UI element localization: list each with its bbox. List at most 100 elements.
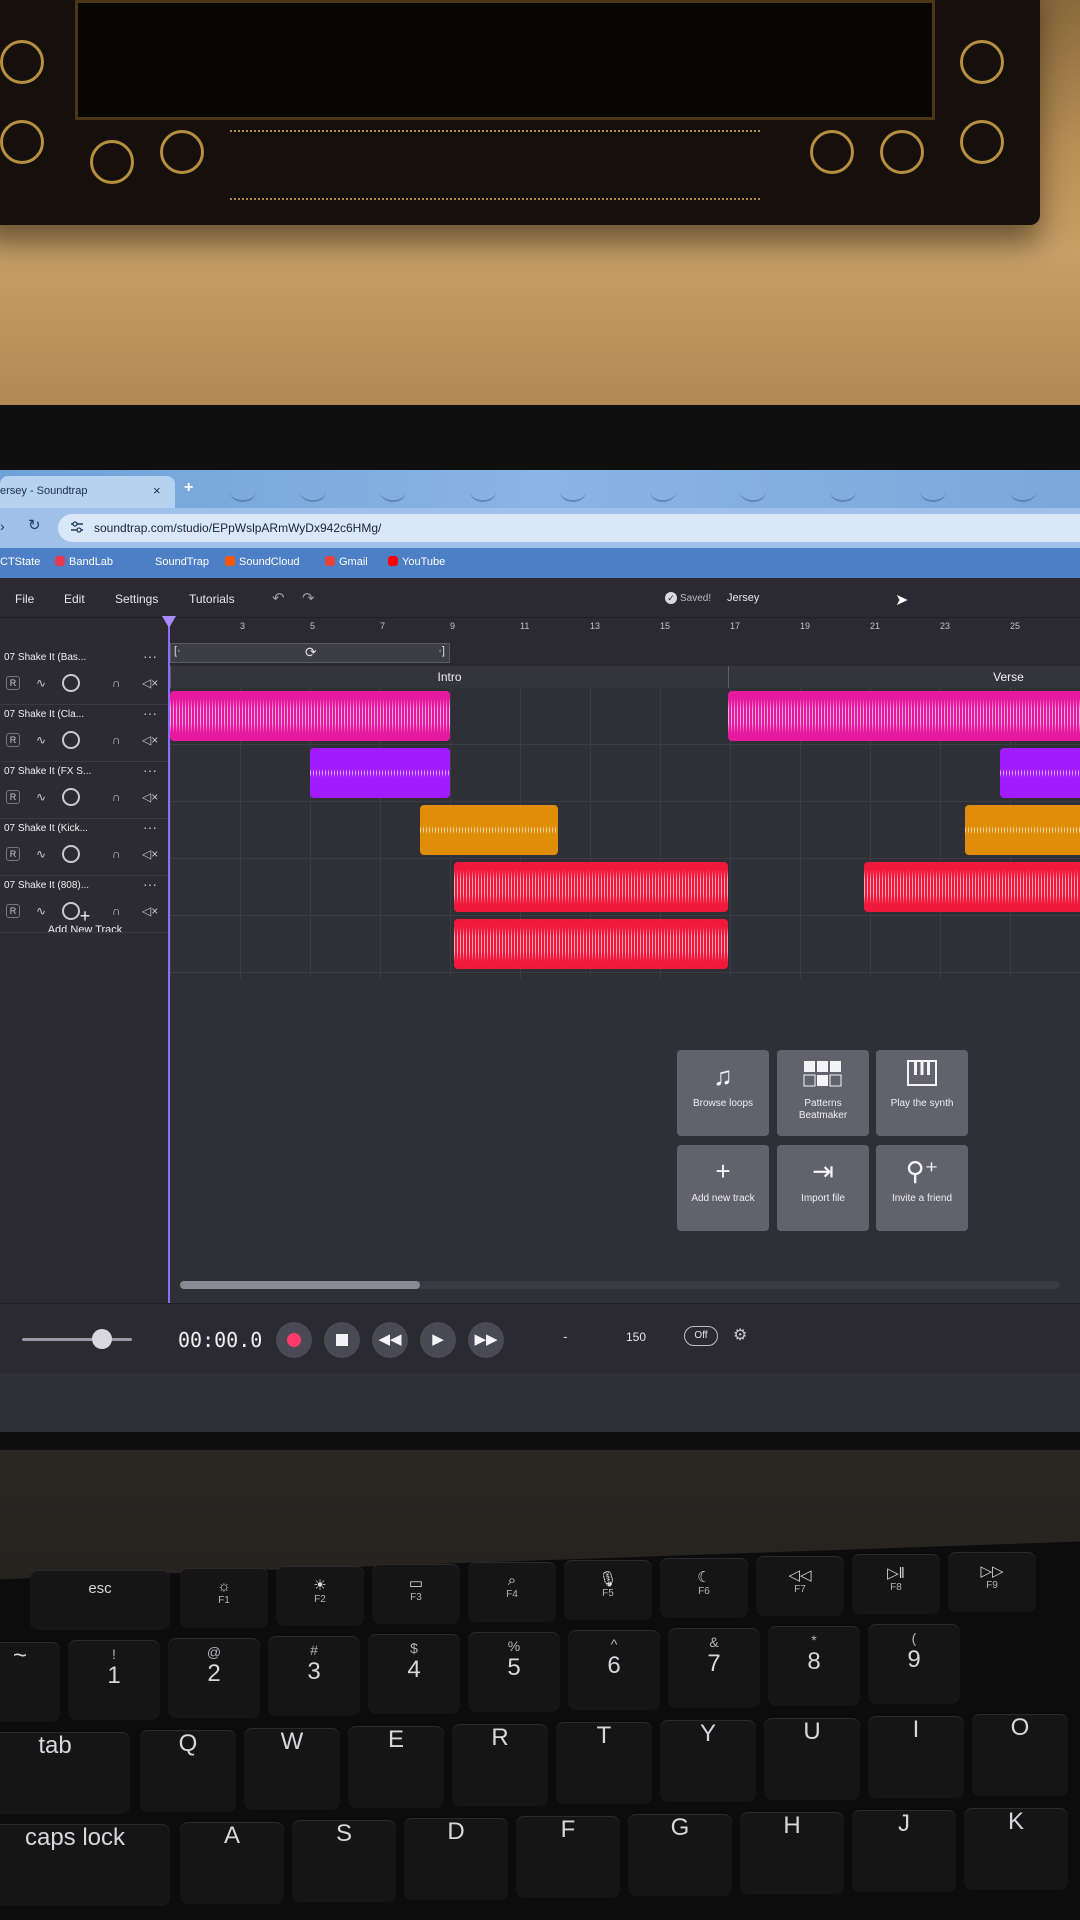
more-options-icon[interactable]: ··· <box>143 705 157 721</box>
audio-clip[interactable] <box>454 919 728 969</box>
undo-icon[interactable]: ↶ <box>272 589 285 607</box>
patterns-beatmaker-tile[interactable]: Patterns Beatmaker <box>777 1050 869 1136</box>
tempo-display[interactable]: 150 <box>626 1330 646 1344</box>
menu-settings[interactable]: Settings <box>115 592 158 606</box>
rewind-button[interactable]: ◀◀ <box>372 1322 408 1358</box>
mute-icon[interactable]: ◁× <box>142 733 158 747</box>
key-display[interactable]: - <box>563 1328 568 1344</box>
timeline-area[interactable]: 3 5 7 9 11 13 15 17 19 21 23 25 [· ⟳ ·] Intro Verse… <box>162 616 1080 1303</box>
import-file-tile[interactable]: ⇥ Import file <box>777 1145 869 1231</box>
fast-forward-button[interactable]: ▶▶ <box>468 1322 504 1358</box>
browse-loops-tile[interactable]: ♫ Browse loops <box>677 1050 769 1136</box>
keyboard-key[interactable]: H <box>740 1812 844 1894</box>
audio-clip[interactable] <box>420 805 558 855</box>
redo-icon[interactable]: ↷ <box>302 589 315 607</box>
volume-knob[interactable] <box>62 674 80 692</box>
keyboard-key[interactable]: U <box>764 1718 860 1800</box>
address-bar[interactable]: soundtrap.com/studio/EPpWslpARmWyDx942c6… <box>58 514 1080 542</box>
more-options-icon[interactable]: ··· <box>143 876 157 892</box>
keyboard-key[interactable]: R <box>452 1724 548 1806</box>
keyboard-key[interactable]: ◁◁ F7 <box>756 1556 844 1616</box>
stop-button[interactable] <box>324 1322 360 1358</box>
bookmark-item[interactable]: YouTube <box>388 556 445 568</box>
track-header[interactable]: 07 Shake It (Cla... ··· R ∿ ∩ ◁× <box>0 705 170 762</box>
mute-icon[interactable]: ◁× <box>142 790 158 804</box>
keyboard-key[interactable]: A <box>180 1822 284 1904</box>
add-new-track-tile[interactable]: + Add new track <box>677 1145 769 1231</box>
keyboard-key[interactable]: ☼ F1 <box>180 1568 268 1628</box>
keyboard-key[interactable]: & 7 <box>668 1628 760 1708</box>
master-volume-slider[interactable] <box>22 1338 132 1341</box>
audio-clip[interactable] <box>170 691 450 741</box>
horizontal-scrollbar[interactable] <box>180 1281 1060 1289</box>
record-arm-button[interactable]: R <box>6 790 20 804</box>
track-name[interactable]: 07 Shake It (Kick... <box>4 823 124 834</box>
automation-icon[interactable]: ∿ <box>36 790 46 804</box>
playhead[interactable] <box>162 616 176 1303</box>
audio-clip[interactable] <box>1000 748 1080 798</box>
keyboard-key[interactable]: ▭ F3 <box>372 1564 460 1624</box>
loop-start-handle[interactable]: [· <box>174 645 181 657</box>
keyboard-key[interactable]: #3 <box>268 1636 360 1716</box>
close-tab-icon[interactable]: × <box>153 483 161 498</box>
record-button[interactable] <box>276 1322 312 1358</box>
metronome-toggle[interactable]: Off <box>684 1326 718 1346</box>
solo-headphones-icon[interactable]: ∩ <box>112 790 121 804</box>
keyboard-key[interactable]: ! 1 <box>68 1640 160 1720</box>
track-name[interactable]: 07 Shake It (FX S... <box>4 766 124 777</box>
keyboard-key[interactable]: Q <box>140 1730 236 1812</box>
loop-region[interactable]: [· ⟳ ·] <box>170 643 450 663</box>
keyboard-key[interactable]: tab <box>0 1732 130 1814</box>
keyboard-key[interactable]: caps lock <box>0 1824 170 1906</box>
project-name[interactable]: Jersey <box>727 592 759 604</box>
keyboard-key[interactable]: I <box>868 1716 964 1798</box>
keyboard-key[interactable]: ~ <box>0 1642 60 1722</box>
solo-headphones-icon[interactable]: ∩ <box>112 733 121 747</box>
bar-ruler[interactable]: 3 5 7 9 11 13 15 17 19 21 23 25 <box>170 618 1080 640</box>
track-lane[interactable] <box>170 688 1080 745</box>
browser-tab[interactable]: ersey - Soundtrap × <box>0 476 175 508</box>
bookmark-item[interactable]: CTState <box>0 556 40 568</box>
keyboard-key[interactable]: * 8 <box>768 1626 860 1706</box>
bookmark-item[interactable]: BandLab <box>55 556 113 568</box>
keyboard-key[interactable]: @2 <box>168 1638 260 1718</box>
loop-end-handle[interactable]: ·] <box>438 645 445 657</box>
track-header[interactable]: 07 Shake It (Bas... ··· R ∿ ∩ ◁× <box>0 648 170 705</box>
keyboard-key[interactable]: (9 <box>868 1624 960 1704</box>
audio-clip[interactable] <box>965 805 1080 855</box>
keyboard-key[interactable]: % 5 <box>468 1632 560 1712</box>
keyboard-key[interactable]: ⌕ F4 <box>468 1562 556 1622</box>
solo-headphones-icon[interactable]: ∩ <box>112 847 121 861</box>
play-button[interactable]: ▶ <box>420 1322 456 1358</box>
section-verse[interactable]: Verse <box>728 666 1080 688</box>
invite-friend-tile[interactable]: ⚲⁺ Invite a friend <box>876 1145 968 1231</box>
forward-icon[interactable]: › <box>0 518 5 534</box>
audio-clip[interactable] <box>728 691 1080 741</box>
section-intro[interactable]: Intro <box>170 666 728 688</box>
volume-knob[interactable] <box>62 902 80 920</box>
keyboard-key[interactable]: $4 <box>368 1634 460 1714</box>
volume-knob[interactable] <box>62 731 80 749</box>
site-settings-icon[interactable] <box>70 520 84 534</box>
master-volume-knob[interactable] <box>92 1329 112 1349</box>
play-synth-tile[interactable]: Play the synth <box>876 1050 968 1136</box>
keyboard-key[interactable]: 🎙 F5 <box>564 1560 652 1620</box>
gear-icon[interactable]: ⚙ <box>733 1325 747 1345</box>
record-arm-button[interactable]: R <box>6 847 20 861</box>
track-lane[interactable] <box>170 916 1080 973</box>
bookmark-item[interactable]: SoundTrap <box>155 556 209 568</box>
record-arm-button[interactable]: R <box>6 904 20 918</box>
keyboard-key[interactable]: ☀ F2 <box>276 1566 364 1626</box>
automation-icon[interactable]: ∿ <box>36 733 46 747</box>
keyboard-key[interactable]: F <box>516 1816 620 1898</box>
audio-clip[interactable] <box>454 862 728 912</box>
record-arm-button[interactable]: R <box>6 733 20 747</box>
keyboard-key[interactable]: ▷▷ F9 <box>948 1552 1036 1612</box>
keyboard-key[interactable]: T <box>556 1722 652 1804</box>
track-header[interactable]: 07 Shake It (FX S... ··· R ∿ ∩ ◁× <box>0 762 170 819</box>
reload-icon[interactable]: ↻ <box>28 516 41 534</box>
menu-file[interactable]: File <box>15 592 34 606</box>
bookmark-item[interactable]: SoundCloud <box>225 556 300 568</box>
track-lane[interactable] <box>170 745 1080 802</box>
track-name[interactable]: 07 Shake It (808)... <box>4 880 124 891</box>
